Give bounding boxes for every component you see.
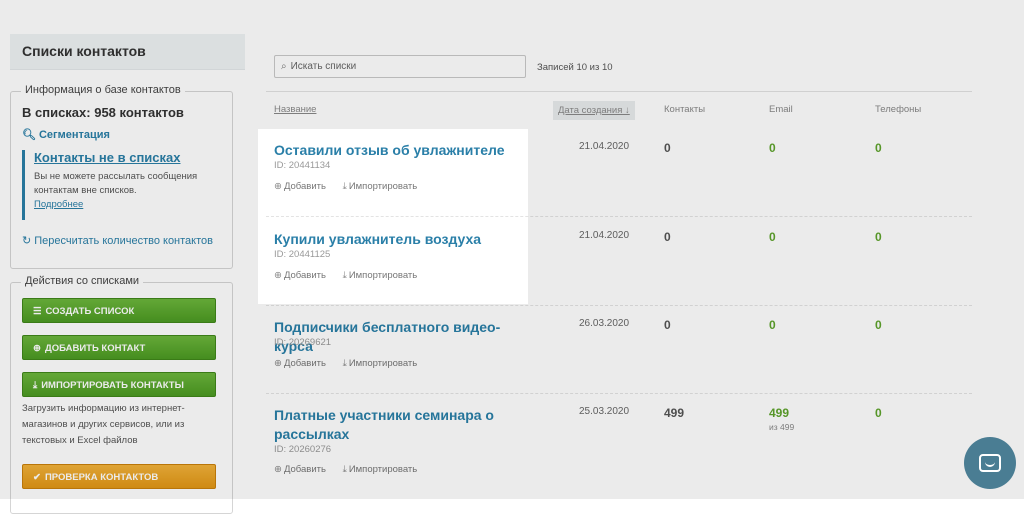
- recount-label: Пересчитать количество контактов: [34, 235, 213, 247]
- row-divider: [266, 305, 972, 306]
- contacts-count: 0: [664, 318, 671, 332]
- create-list-button[interactable]: ☰ Создать список: [22, 298, 216, 323]
- list-id: ID: 20441125: [274, 249, 331, 260]
- import-action-label: Импортировать: [348, 464, 418, 475]
- contacts-count: 0: [664, 141, 671, 155]
- add-contact-label: Добавить контакт: [44, 343, 146, 354]
- created-date: 26.03.2020: [579, 318, 630, 329]
- row-actions: ⊕ Добавить ⤓ Импортировать: [274, 358, 431, 369]
- email-count: 0: [769, 230, 776, 244]
- search-placeholder: Искать списки: [290, 61, 357, 72]
- download-icon: ⤓: [33, 380, 38, 391]
- table-top-divider: [266, 91, 972, 92]
- row-actions: ⊕ Добавить ⤓ Импортировать: [274, 464, 431, 475]
- contacts-count: 499: [664, 406, 685, 420]
- download-icon: ⤓: [342, 358, 347, 369]
- plus-circle-icon: ⊕: [274, 464, 282, 475]
- segmentation-link[interactable]: 🔍︎ Сегментация: [22, 128, 110, 141]
- import-action-label: Импортировать: [348, 270, 418, 281]
- phones-count: 0: [875, 406, 882, 420]
- list-id: ID: 20269621: [274, 337, 332, 348]
- download-icon: ⤓: [342, 270, 347, 281]
- add-contact-button[interactable]: ⊕ Добавить контакт: [22, 335, 216, 360]
- add-action-label: Добавить: [283, 270, 326, 281]
- contacts-info-panel: Информация о базе контактов В списках: 9…: [10, 84, 233, 269]
- list-actions-panel: Действия со списками ☰ Создать список ⊕ До…: [10, 275, 233, 514]
- segmentation-label: Сегментация: [38, 129, 110, 141]
- add-action[interactable]: ⊕ Добавить: [274, 270, 326, 281]
- plus-circle-icon: ⊕: [274, 358, 282, 369]
- total-in-lists: В списках: 958 контактов: [22, 105, 184, 120]
- list-id: ID: 20260276: [274, 444, 332, 455]
- created-date: 25.03.2020: [579, 406, 630, 417]
- created-date: 21.04.2020: [579, 230, 630, 241]
- records-count: Записей 10 из 10: [537, 62, 613, 73]
- column-header-phones: Телефоны: [875, 104, 922, 115]
- import-action[interactable]: ⤓ Импортировать: [343, 358, 418, 369]
- sidebar: Списки контактов Информация о базе конта…: [10, 34, 245, 514]
- column-header-email: Email: [769, 104, 793, 115]
- search-input[interactable]: ⌕ Искать списки: [274, 55, 526, 78]
- plus-circle-icon: ⊕: [274, 181, 282, 192]
- list-title-link[interactable]: Купили увлажнитель воздуха: [274, 230, 534, 249]
- recount-link[interactable]: ↻ Пересчитать количество контактов: [22, 234, 213, 247]
- plus-circle-icon: ⊕: [274, 270, 282, 281]
- not-in-lists-link[interactable]: Контакты не в списках: [34, 150, 229, 165]
- add-action[interactable]: ⊕ Добавить: [274, 358, 326, 369]
- list-icon: ☰: [33, 306, 42, 317]
- not-in-lists-box: Контакты не в списках Вы не можете рассы…: [22, 150, 229, 220]
- download-icon: ⤓: [342, 181, 347, 192]
- row-divider: [266, 216, 972, 217]
- download-icon: ⤓: [342, 464, 347, 475]
- row-actions: ⊕ Добавить ⤓ Импортировать: [274, 270, 431, 281]
- import-action[interactable]: ⤓ Импортировать: [343, 181, 418, 192]
- row-divider: [266, 393, 972, 394]
- import-contacts-button[interactable]: ⤓ Импортировать контакты: [22, 372, 216, 397]
- email-count: 0: [769, 318, 776, 332]
- create-list-label: Создать список: [45, 306, 135, 317]
- phones-count: 0: [875, 230, 882, 244]
- email-count: 499: [769, 406, 790, 420]
- list-actions-legend: Действия со списками: [21, 275, 144, 287]
- add-action[interactable]: ⊕ Добавить: [274, 181, 326, 192]
- email-count-sub: из 499: [769, 422, 795, 432]
- import-action-label: Импортировать: [348, 181, 418, 192]
- list-title-link[interactable]: Оставили отзыв об увлажнителе: [274, 141, 534, 160]
- list-id: ID: 20441134: [274, 160, 331, 171]
- import-action[interactable]: ⤓ Импортировать: [343, 270, 418, 281]
- sidebar-title: Списки контактов: [10, 34, 245, 70]
- column-header-contacts: Контакты: [664, 104, 706, 115]
- add-action-label: Добавить: [283, 358, 326, 369]
- upload-note: Загрузить информацию из интернет-магазин…: [22, 403, 185, 446]
- contacts-info-legend: Информация о базе контактов: [21, 84, 185, 96]
- plus-circle-icon: ⊕: [33, 343, 41, 354]
- search-icon: 🔍︎: [22, 129, 36, 141]
- add-action[interactable]: ⊕ Добавить: [274, 464, 326, 475]
- email-count: 0: [769, 141, 776, 155]
- check-icon: ✔: [33, 472, 41, 483]
- chat-icon: [979, 454, 1001, 472]
- row-actions: ⊕ Добавить ⤓ Импортировать: [274, 181, 431, 192]
- import-contacts-label: Импортировать контакты: [41, 380, 184, 391]
- contacts-count: 0: [664, 230, 671, 244]
- list-title-link[interactable]: Платные участники семинара о рассылках: [274, 406, 534, 444]
- more-link[interactable]: Подробнее: [34, 199, 229, 210]
- search-icon: ⌕: [281, 61, 287, 72]
- chat-button[interactable]: [964, 437, 1016, 489]
- phones-count: 0: [875, 318, 882, 332]
- column-header-created[interactable]: Дата создания ↓: [553, 101, 635, 120]
- not-in-lists-text: Вы не можете рассылать сообщения контакт…: [34, 171, 198, 196]
- check-contacts-label: Проверка контактов: [44, 472, 159, 483]
- import-action-label: Импортировать: [348, 358, 418, 369]
- phones-count: 0: [875, 141, 882, 155]
- column-header-name[interactable]: Название: [274, 104, 316, 115]
- add-action-label: Добавить: [283, 181, 326, 192]
- check-contacts-button[interactable]: ✔ Проверка контактов: [22, 464, 216, 489]
- import-action[interactable]: ⤓ Импортировать: [343, 464, 418, 475]
- add-action-label: Добавить: [283, 464, 326, 475]
- refresh-icon: ↻: [22, 235, 32, 247]
- created-date: 21.04.2020: [579, 141, 630, 152]
